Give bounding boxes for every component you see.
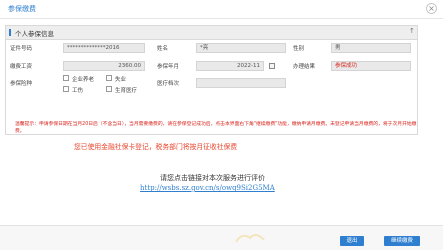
- exit-button[interactable]: 退出: [340, 236, 364, 246]
- footer-bar: [0, 225, 443, 250]
- name-label: 姓名: [157, 46, 169, 52]
- id-label: 证件号码: [10, 46, 33, 52]
- pension-checkbox[interactable]: [63, 75, 69, 81]
- medical-checkbox[interactable]: [106, 86, 112, 92]
- injury-checkbox[interactable]: [63, 86, 69, 92]
- unemployment-checkbox[interactable]: [106, 75, 112, 81]
- panel-title: 个人参保信息: [15, 30, 54, 38]
- base-wage-label: 缴费工资: [10, 64, 33, 70]
- personal-info-panel: 个人参保信息 ↑ 证件号码 **************2016 姓名 *亮 性…: [5, 25, 418, 135]
- collapse-icon[interactable]: ↑: [409, 27, 415, 35]
- window-title: 参保缴费: [8, 5, 36, 13]
- pension-option-label: 企业养老: [72, 77, 95, 83]
- unemployment-option-label: 失业: [115, 77, 127, 83]
- gender-field: 男: [331, 43, 411, 53]
- status-field: 参保成功: [331, 61, 411, 71]
- gender-label: 性别: [293, 46, 305, 52]
- panel-header: 个人参保信息 ↑: [6, 26, 417, 40]
- window-titlebar: 参保缴费 ×: [0, 0, 443, 19]
- continue-payment-button[interactable]: 继续缴费: [384, 236, 420, 246]
- survey-link[interactable]: http://wsbs.sz.gov.cn/s/owq9Si2G5MA: [140, 184, 275, 192]
- injury-option-label: 工伤: [72, 88, 84, 94]
- id-field: **************2016: [63, 43, 145, 53]
- period-label: 参保年月: [157, 64, 180, 70]
- status-label: 办理结果: [293, 64, 316, 70]
- header-accent-mark: [9, 29, 11, 36]
- calendar-icon[interactable]: [269, 63, 275, 69]
- period-field[interactable]: 2022-11: [196, 61, 264, 71]
- decorative-illustration: [235, 234, 265, 243]
- base-wage-field: 2360.00: [63, 61, 145, 71]
- insurance-type-label: 参保险种: [10, 81, 33, 87]
- survey-prompt: 请您点击链接对本次服务进行评价: [160, 174, 265, 182]
- medical-option-label: 生育医疗: [115, 88, 138, 94]
- close-icon[interactable]: ×: [426, 3, 437, 14]
- notice-text: 温馨提示：申请参保日期在当月20日后（不含当日），当月需要缴费的，请在参保登记成…: [15, 122, 417, 134]
- name-field: *亮: [196, 43, 286, 53]
- medical-tier-select[interactable]: [196, 78, 286, 88]
- tax-tip: 您已使用金融社保卡登记，税务部门将按月征收社保费: [74, 143, 238, 151]
- medical-tier-label: 医疗档次: [157, 81, 180, 87]
